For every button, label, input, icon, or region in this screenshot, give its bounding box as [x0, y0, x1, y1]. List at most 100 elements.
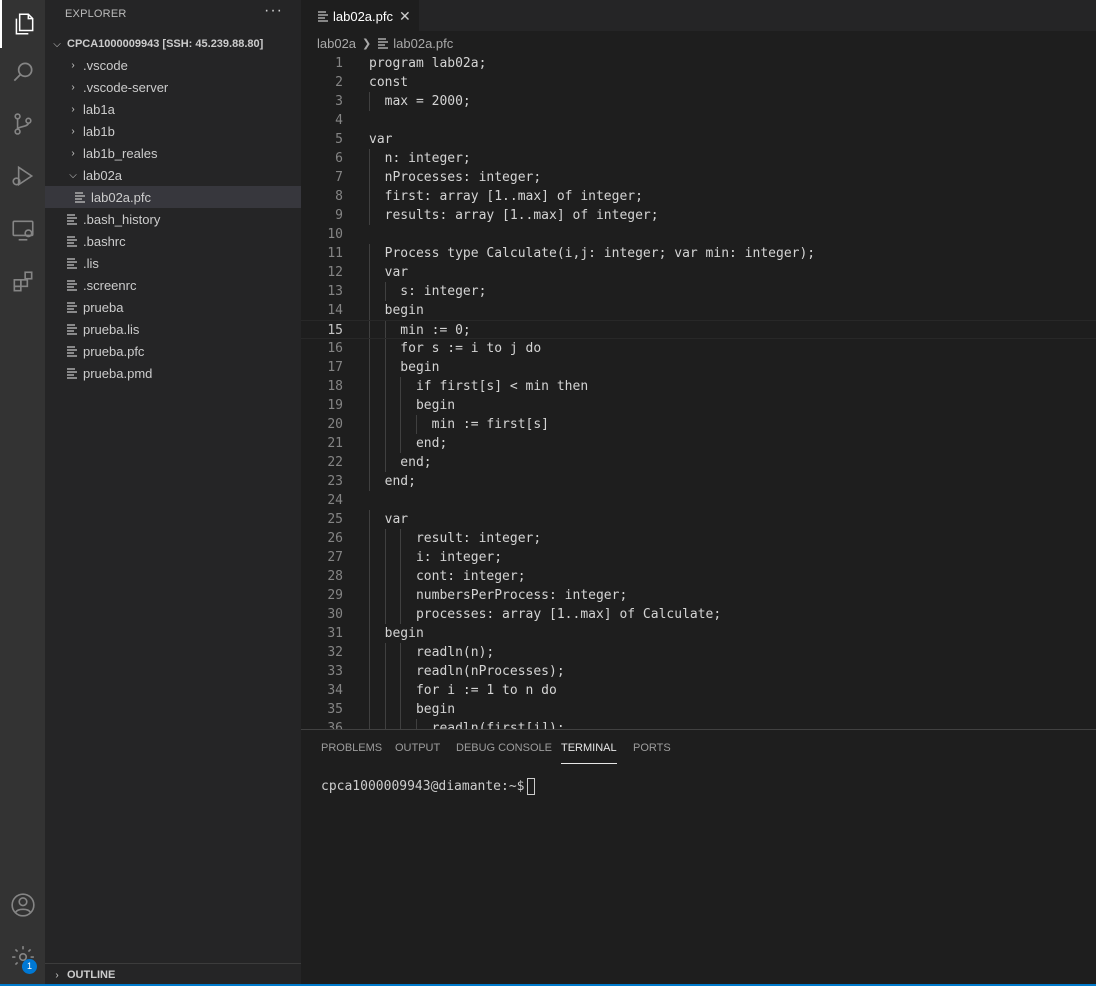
code-line[interactable]: 4	[301, 111, 1096, 130]
code-line[interactable]: 15 min := 0;	[301, 320, 1096, 339]
code-editor[interactable]: 1 program lab02a; 2 const 3 max = 2000; 4 5 var…	[301, 54, 1096, 729]
tree-file[interactable]: .screenrc	[45, 274, 301, 296]
code-line[interactable]: 22 end;	[301, 453, 1096, 472]
chevron-down-icon: ⌵	[69, 169, 77, 181]
close-icon[interactable]: ✕	[399, 8, 411, 25]
code-line[interactable]: 30 processes: array [1..max] of Calculat…	[301, 605, 1096, 624]
tree-folder[interactable]: › lab1a	[45, 98, 301, 120]
tree-file[interactable]: lab02a.pfc	[45, 186, 301, 208]
tree-folder[interactable]: › lab1b	[45, 120, 301, 142]
search-icon[interactable]	[0, 48, 45, 96]
code-text: const	[369, 75, 409, 90]
code-line[interactable]: 10	[301, 225, 1096, 244]
code-text: begin	[369, 360, 440, 375]
code-line[interactable]: 8 first: array [1..max] of integer;	[301, 187, 1096, 206]
editor-tab[interactable]: lab02a.pfc ✕	[301, 0, 419, 31]
tree-file[interactable]: prueba.pmd	[45, 362, 301, 384]
tree-folder[interactable]: › .vscode-server	[45, 76, 301, 98]
tree-item-label: .bashrc	[83, 233, 126, 249]
manage-gear-icon[interactable]	[0, 933, 45, 981]
more-actions-button[interactable]: ···	[264, 2, 283, 20]
code-line[interactable]: 25 var	[301, 510, 1096, 529]
tab-debug-console[interactable]: DEBUG CONSOLE	[456, 730, 552, 764]
code-line[interactable]: 16 for s := i to j do	[301, 339, 1096, 358]
source-control-icon[interactable]	[0, 100, 45, 148]
tree-file[interactable]: .bashrc	[45, 230, 301, 252]
line-number: 24	[327, 493, 343, 508]
code-text: s: integer;	[369, 284, 487, 299]
remote-explorer-icon[interactable]	[0, 206, 45, 254]
code-line[interactable]: 26 result: integer;	[301, 529, 1096, 548]
tree-folder[interactable]: ⌵ lab02a	[45, 164, 301, 186]
line-number: 30	[327, 607, 343, 622]
tab-terminal[interactable]: TERMINAL	[561, 730, 617, 764]
code-line[interactable]: 34 for i := 1 to n do	[301, 681, 1096, 700]
code-line[interactable]: 21 end;	[301, 434, 1096, 453]
workspace-root[interactable]: ⌵ CPCA1000009943 [SSH: 45.239.88.80]	[45, 33, 301, 55]
code-line[interactable]: 12 var	[301, 263, 1096, 282]
code-line[interactable]: 19 begin	[301, 396, 1096, 415]
files-icon[interactable]	[0, 0, 45, 48]
code-line[interactable]: 6 n: integer;	[301, 149, 1096, 168]
code-line[interactable]: 23 end;	[301, 472, 1096, 491]
code-line[interactable]: 27 i: integer;	[301, 548, 1096, 567]
tree-folder[interactable]: › .vscode	[45, 54, 301, 76]
code-line[interactable]: 7 nProcesses: integer;	[301, 168, 1096, 187]
line-number: 3	[335, 94, 343, 109]
code-line[interactable]: 14 begin	[301, 301, 1096, 320]
code-line[interactable]: 11 Process type Calculate(i,j: integer; …	[301, 244, 1096, 263]
account-icon[interactable]	[0, 881, 45, 929]
code-line[interactable]: 2 const	[301, 73, 1096, 92]
code-line[interactable]: 5 var	[301, 130, 1096, 149]
line-number: 10	[327, 227, 343, 242]
tree-item-label: lab1a	[83, 101, 115, 117]
code-line[interactable]: 35 begin	[301, 700, 1096, 719]
tab-problems[interactable]: PROBLEMS	[321, 730, 382, 764]
terminal-output[interactable]: cpca1000009943@diamante:~$	[321, 778, 535, 795]
code-text: i: integer;	[369, 550, 503, 565]
code-line[interactable]: 9 results: array [1..max] of integer;	[301, 206, 1096, 225]
code-line[interactable]: 17 begin	[301, 358, 1096, 377]
extensions-icon[interactable]	[0, 258, 45, 306]
activity-bar: 1	[0, 0, 45, 986]
outline-section[interactable]: › OUTLINE	[45, 963, 301, 986]
explorer-sidebar: EXPLORER ··· ⌵ CPCA1000009943 [SSH: 45.2…	[45, 0, 301, 986]
breadcrumb-folder[interactable]: lab02a	[317, 36, 356, 51]
code-line[interactable]: 36 readln(first[i]);	[301, 719, 1096, 729]
tree-file[interactable]: prueba.pfc	[45, 340, 301, 362]
code-text: end;	[369, 474, 416, 489]
code-line[interactable]: 28 cont: integer;	[301, 567, 1096, 586]
line-number: 19	[327, 398, 343, 413]
line-number: 23	[327, 474, 343, 489]
tab-output[interactable]: OUTPUT	[395, 730, 440, 764]
file-lines-icon	[65, 235, 79, 247]
code-line[interactable]: 24	[301, 491, 1096, 510]
line-number: 27	[327, 550, 343, 565]
code-line[interactable]: 20 min := first[s]	[301, 415, 1096, 434]
file-lines-icon	[377, 37, 389, 49]
code-line[interactable]: 31 begin	[301, 624, 1096, 643]
code-line[interactable]: 1 program lab02a;	[301, 54, 1096, 73]
code-text: begin	[369, 702, 456, 717]
tree-item-label: .screenrc	[83, 277, 137, 293]
code-line[interactable]: 29 numbersPerProcess: integer;	[301, 586, 1096, 605]
tree-file[interactable]: prueba.lis	[45, 318, 301, 340]
tree-folder[interactable]: › lab1b_reales	[45, 142, 301, 164]
tree-file[interactable]: .lis	[45, 252, 301, 274]
chevron-right-icon: ›	[71, 125, 75, 137]
code-line[interactable]: 3 max = 2000;	[301, 92, 1096, 111]
code-line[interactable]: 13 s: integer;	[301, 282, 1096, 301]
code-text: readln(n);	[369, 645, 495, 660]
code-text: readln(nProcesses);	[369, 664, 565, 679]
tree-item-label: .lis	[83, 255, 99, 271]
code-line[interactable]: 18 if first[s] < min then	[301, 377, 1096, 396]
code-line[interactable]: 33 readln(nProcesses);	[301, 662, 1096, 681]
breadcrumb-file[interactable]: lab02a.pfc	[393, 36, 453, 51]
code-line[interactable]: 32 readln(n);	[301, 643, 1096, 662]
tree-file[interactable]: prueba	[45, 296, 301, 318]
tree-file[interactable]: .bash_history	[45, 208, 301, 230]
line-number: 21	[327, 436, 343, 451]
run-debug-icon[interactable]	[0, 152, 45, 200]
tab-ports[interactable]: PORTS	[633, 730, 671, 764]
code-text: first: array [1..max] of integer;	[369, 189, 643, 204]
